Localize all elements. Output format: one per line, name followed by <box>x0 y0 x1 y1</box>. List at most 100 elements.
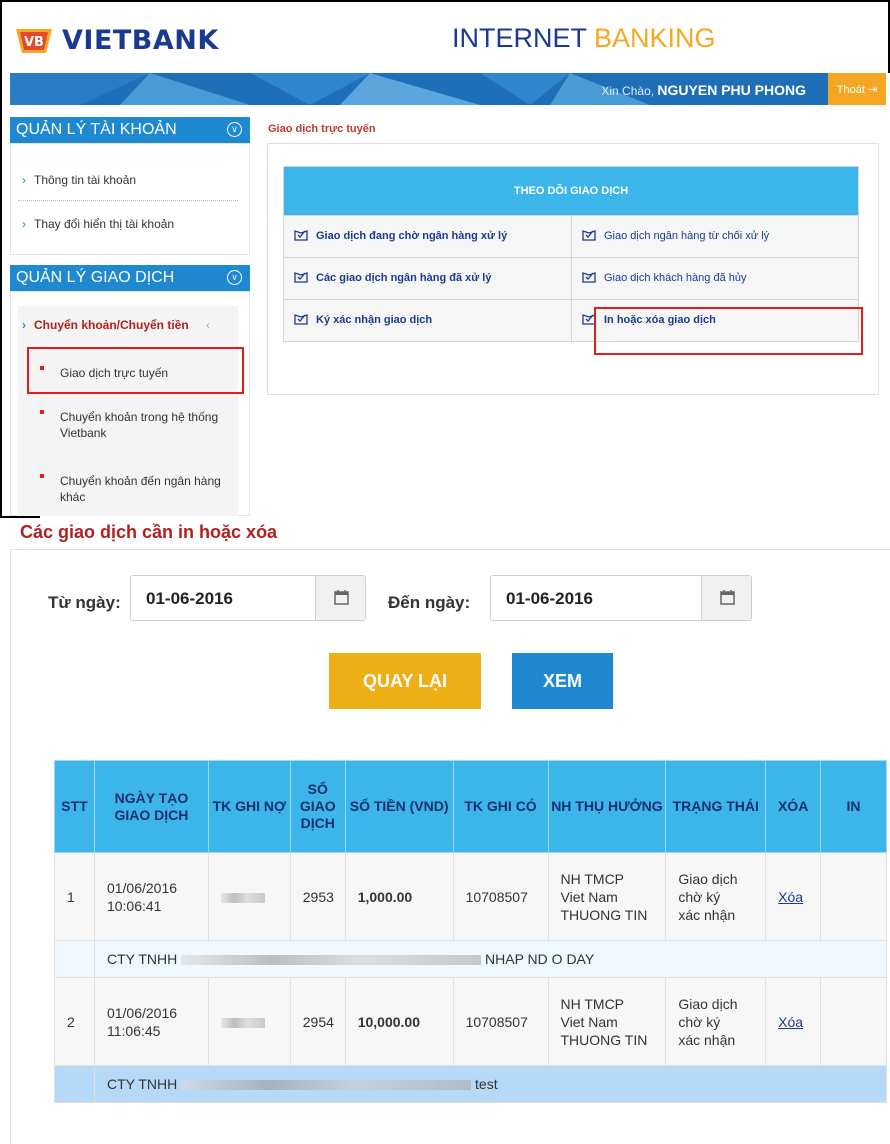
checkbook-icon <box>294 230 308 241</box>
sidebar-item-account-info[interactable]: › Thông tin tài khoản <box>22 173 136 187</box>
bank-line: THUONG TIN <box>560 1031 648 1048</box>
page-title: Các giao dịch cần in hoặc xóa <box>20 522 278 542</box>
amount-cell: 1,000.00 <box>344 852 454 941</box>
note-cell: CTY TNHH NHAP ND O DAY <box>93 940 888 978</box>
chevron-right-icon: › <box>22 173 26 187</box>
divider <box>18 200 238 201</box>
to-date-label: Đến ngày: <box>388 593 471 612</box>
sidebar-item-label: Chuyển khoản/Chuyển tiền <box>34 318 189 332</box>
note-spacer <box>54 940 95 978</box>
greeting-prefix: Xin Chào, <box>601 84 655 98</box>
from-date-field[interactable]: 01-06-2016 <box>130 575 366 621</box>
grid-item-label: Giao dịch đang chờ ngân hàng xử lý <box>316 230 508 242</box>
collapse-icon[interactable]: ∨ <box>227 122 242 137</box>
debit-account-cell <box>207 977 291 1066</box>
grid-item-cancelled[interactable]: Giao dịch khách hàng đã hủy <box>571 258 858 299</box>
status-line: chờ ký <box>678 1013 721 1030</box>
calendar-icon <box>720 590 735 605</box>
sidebar-item-account-display[interactable]: › Thay đổi hiển thị tài khoản <box>22 217 174 231</box>
table-row-note: CTY TNHH test <box>54 1065 888 1103</box>
frame-border <box>0 0 890 2</box>
back-button[interactable]: QUAY LẠI <box>329 653 481 709</box>
stt-cell: 2 <box>54 977 95 1066</box>
column-header: NGÀY TẠO GIAO DỊCH <box>93 760 209 853</box>
site-title: INTERNET BANKING <box>452 23 716 54</box>
transaction-number-cell: 2954 <box>289 977 346 1066</box>
time-value: 11:06:45 <box>106 1022 161 1039</box>
status-line: xác nhận <box>678 906 736 923</box>
delete-link[interactable]: Xóa <box>778 1014 803 1030</box>
bank-line: NH TMCP <box>560 870 625 887</box>
status-line: chờ ký <box>678 888 721 905</box>
grid-item-label: Giao dịch khách hàng đã hủy <box>604 272 747 284</box>
sidebar-item-internal-transfer[interactable]: Chuyển khoản trong hệ thống Vietbank <box>60 409 230 441</box>
grid-item-label: Giao dịch ngân hàng từ chối xử lý <box>604 230 770 242</box>
note-prefix: CTY TNHH <box>106 1076 178 1092</box>
grid-item-sign-confirm[interactable]: Ký xác nhận giao dịch <box>284 300 571 341</box>
calendar-button[interactable] <box>701 576 751 620</box>
user-greeting: Xin Chào, NGUYEN PHU PHONG <box>601 82 806 98</box>
logo-text: VB <box>24 35 44 50</box>
time-value: 10:06:41 <box>106 897 162 914</box>
stt-cell: 1 <box>54 852 95 941</box>
column-header: XÓA <box>765 760 822 853</box>
site-title-main: INTERNET <box>452 23 587 53</box>
view-button[interactable]: XEM <box>512 653 613 709</box>
status-line: Giao dịch <box>678 995 738 1012</box>
logout-button[interactable]: Thoát ⇥ <box>828 73 886 105</box>
note-suffix: NHAP ND O DAY <box>485 951 595 967</box>
redacted-text <box>181 955 482 966</box>
bullet-icon <box>40 474 44 478</box>
grid-item-rejected[interactable]: Giao dịch ngân hàng từ chối xử lý <box>571 216 858 257</box>
date-value: 01/06/2016 <box>106 1004 178 1021</box>
table-header-row: STT NGÀY TẠO GIAO DỊCH TK GHI NỢ SỐ GIAO… <box>54 760 887 853</box>
transaction-management-header[interactable]: QUẢN LÝ GIAO DỊCH ∨ <box>10 265 250 291</box>
account-management-header[interactable]: QUẢN LÝ TÀI KHOẢN ∨ <box>10 117 250 143</box>
status-line: Giao dịch <box>678 870 738 887</box>
table-row-note: CTY TNHH NHAP ND O DAY <box>54 940 888 978</box>
collapse-icon[interactable]: ∨ <box>227 270 242 285</box>
highlight-box <box>594 307 863 355</box>
transaction-number-cell: 2953 <box>289 852 346 941</box>
grid-item-processed[interactable]: Các giao dịch ngân hàng đã xử lý <box>284 258 571 299</box>
chevron-right-icon: › <box>22 217 26 231</box>
calendar-icon <box>334 590 349 605</box>
beneficiary-bank-cell: NH TMCP Viet Nam THUONG TIN <box>547 977 667 1066</box>
redacted-text <box>181 1080 472 1091</box>
sidebar-item-transfer[interactable]: › Chuyển khoản/Chuyển tiền ‹ <box>22 318 210 332</box>
delete-link[interactable]: Xóa <box>778 889 803 905</box>
column-header: SỐ TIỀN (VND) <box>344 760 454 853</box>
to-date-value: 01-06-2016 <box>506 589 593 608</box>
brand-name: VIETBANK <box>62 25 219 56</box>
grid-item-pending[interactable]: Giao dịch đang chờ ngân hàng xử lý <box>284 216 571 257</box>
note-suffix: test <box>475 1076 498 1092</box>
column-header: NH THỤ HƯỞNG <box>547 760 667 853</box>
from-date-label: Từ ngày: <box>48 593 121 612</box>
internet-banking-menu-screenshot: VB VIETBANK INTERNET BANKING Xin Chào, N… <box>0 0 890 518</box>
checkbook-icon <box>582 230 596 241</box>
to-date-field[interactable]: 01-06-2016 <box>490 575 752 621</box>
site-title-accent: BANKING <box>594 23 716 53</box>
sidebar-item-external-transfer[interactable]: Chuyển khoản đến ngân hàng khác <box>60 473 230 505</box>
calendar-button[interactable] <box>315 576 365 620</box>
breadcrumb: Giao dịch trực tuyến <box>268 123 376 135</box>
account-management-title: QUẢN LÝ TÀI KHOẢN <box>16 121 177 138</box>
column-header: SỐ GIAO DỊCH <box>289 760 346 853</box>
bank-line: THUONG TIN <box>560 906 648 923</box>
bank-line: Viet Nam <box>560 888 618 905</box>
beneficiary-bank-cell: NH TMCP Viet Nam THUONG TIN <box>547 852 667 941</box>
credit-account-cell: 10708507 <box>452 977 549 1066</box>
sidebar-item-label: Thông tin tài khoản <box>34 173 137 187</box>
redacted-account <box>220 1017 265 1028</box>
grid-row: Các giao dịch ngân hàng đã xử lý Giao dị… <box>284 257 858 299</box>
chevron-right-icon: › <box>22 318 26 332</box>
transaction-management-title: QUẢN LÝ GIAO DỊCH <box>16 269 175 286</box>
status-line: xác nhận <box>678 1031 736 1048</box>
date-value: 01/06/2016 <box>106 879 178 896</box>
highlight-box <box>27 347 244 394</box>
header-banner: Xin Chào, NGUYEN PHU PHONG Thoát ⇥ <box>10 73 886 105</box>
vietbank-logo-icon: VB <box>16 29 52 53</box>
sidebar-item-label: Thay đổi hiển thị tài khoản <box>34 217 175 231</box>
grid-item-label: Các giao dịch ngân hàng đã xử lý <box>316 272 492 284</box>
column-header: TRẠNG THÁI <box>665 760 767 853</box>
